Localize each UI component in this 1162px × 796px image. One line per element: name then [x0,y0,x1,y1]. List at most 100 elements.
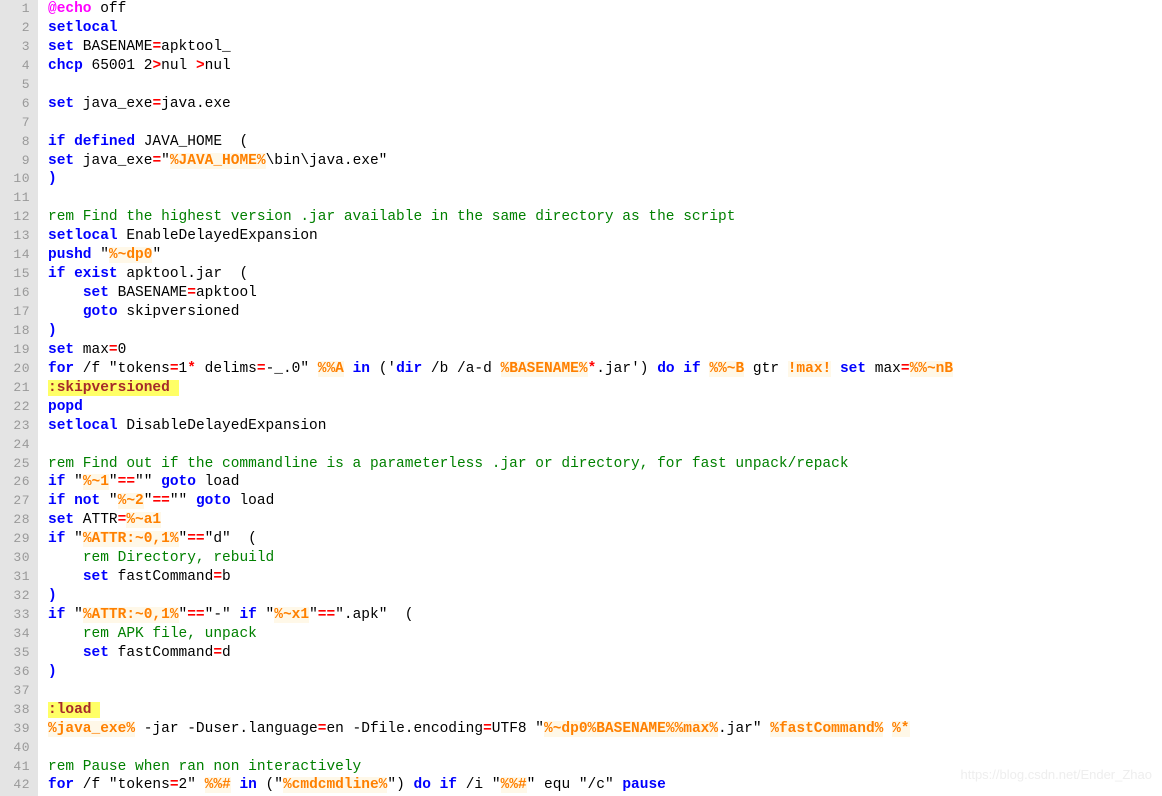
code-line[interactable]: 40 [0,739,1162,758]
line-content[interactable]: :load [48,701,1162,720]
line-content[interactable]: pushd "%~dp0" [48,246,1162,265]
line-content[interactable]: if not "%~2"=="" goto load [48,492,1162,511]
code-line[interactable]: 29 if "%ATTR:~0,1%"=="d" ( [0,530,1162,549]
line-number: 35 [13,644,30,660]
line-content[interactable] [48,114,1162,133]
code-line[interactable]: 19 set max=0 [0,341,1162,360]
line-content[interactable]: set fastCommand=b [48,568,1162,587]
line-content[interactable] [48,189,1162,208]
line-content[interactable]: rem Directory, rebuild [48,549,1162,568]
line-content[interactable]: if defined JAVA_HOME ( [48,133,1162,152]
line-content[interactable]: rem Find the highest version .jar availa… [48,208,1162,227]
code-line[interactable]: 23 setlocal DisableDelayedExpansion [0,417,1162,436]
line-content[interactable]: if "%~1"=="" goto load [48,473,1162,492]
line-content[interactable]: set max=0 [48,341,1162,360]
code-line[interactable]: 37 [0,682,1162,701]
line-content[interactable]: goto skipversioned [48,303,1162,322]
line-content[interactable]: rem Find out if the commandline is a par… [48,455,1162,474]
token-kw: goto [161,474,196,491]
line-content[interactable]: :skipversioned [48,379,1162,398]
line-content[interactable]: set BASENAME=apktool [48,284,1162,303]
line-content[interactable]: set fastCommand=d [48,644,1162,663]
code-line[interactable]: 9 set java_exe="%JAVA_HOME%\bin\java.exe" [0,152,1162,171]
code-line[interactable]: 38:load [0,701,1162,720]
code-viewer[interactable]: 1 @echo off 2 setlocal 3 set BASENAME=apktool… [0,0,1162,796]
code-line[interactable]: 34 rem APK file, unpack [0,625,1162,644]
code-line[interactable]: 31 set fastCommand=b [0,568,1162,587]
token-plain: off [91,1,127,17]
token-plain: DisableDelayedExpansion [117,417,327,434]
code-line[interactable]: 16 set BASENAME=apktool [0,284,1162,303]
line-content[interactable]: if "%ATTR:~0,1%"=="-" if "%~x1"==".apk" … [48,606,1162,625]
line-content[interactable]: set java_exe=java.exe [48,95,1162,114]
code-line[interactable]: 2 setlocal [0,19,1162,38]
line-content[interactable]: if "%ATTR:~0,1%"=="d" ( [48,530,1162,549]
line-content[interactable] [48,682,1162,701]
code-line[interactable]: 8 if defined JAVA_HOME ( [0,133,1162,152]
line-content[interactable]: set java_exe="%JAVA_HOME%\bin\java.exe" [48,152,1162,171]
token-plain: en -Dfile.encoding [326,720,484,737]
line-content[interactable] [48,76,1162,95]
token-plain: (" [256,777,283,794]
code-line[interactable]: 1 @echo off [0,0,1162,19]
code-line[interactable]: 35 set fastCommand=d [0,644,1162,663]
line-number: 33 [13,607,30,622]
code-line[interactable]: 26 if "%~1"=="" goto load [0,473,1162,492]
line-content[interactable]: for /f "tokens=1* delims=-_.0" %%A in ('… [48,360,1162,379]
line-content[interactable]: ) [48,170,1162,189]
code-line[interactable]: 36) [0,663,1162,682]
token-plain: -jar -Duser.language [135,720,318,737]
line-content[interactable]: set BASENAME=apktool_ [48,38,1162,57]
code-line[interactable]: 15 if exist apktool.jar ( [0,265,1162,284]
line-content[interactable]: %java_exe% -jar -Duser.language =en -Dfil… [48,720,1162,739]
token-kw: set [48,95,75,112]
line-content[interactable]: ) [48,663,1162,682]
code-line[interactable]: 33 if "%ATTR:~0,1%"=="-" if "%~x1"==".apk… [0,606,1162,625]
code-line[interactable]: 6 set java_exe=java.exe [0,95,1162,114]
code-line[interactable]: 20 for /f "tokens=1* delims=-_.0" %%A in … [0,360,1162,379]
code-lines-container[interactable]: 1 @echo off 2 setlocal 3 set BASENAME=apktool… [0,0,1162,795]
code-line[interactable]: 3 set BASENAME=apktool_ [0,38,1162,57]
code-line[interactable]: 5 [0,76,1162,95]
line-number: 31 [13,569,30,585]
line-content[interactable]: @echo off [48,0,1162,19]
code-line[interactable]: 24 [0,436,1162,455]
code-line[interactable]: 4 chcp 65001 2>nul >nul [0,57,1162,76]
code-line[interactable]: 7 [0,114,1162,133]
token-plain: " [91,247,109,264]
code-line[interactable]: 12 rem Find the highest version .jar avai… [0,208,1162,227]
line-content[interactable]: setlocal [48,19,1162,38]
token-plain: fastCommand [108,644,214,661]
code-line[interactable]: 11 [0,189,1162,208]
code-line[interactable]: 13 setlocal EnableDelayedExpansion [0,227,1162,246]
line-content[interactable]: chcp 65001 2>nul >nul [48,57,1162,76]
code-line[interactable]: 39 %java_exe% -jar -Duser.language =en -Df… [0,720,1162,739]
code-line[interactable]: 21:skipversioned [0,379,1162,398]
token-var: %cmdcmdline% [282,777,388,794]
line-content[interactable]: setlocal DisableDelayedExpansion [48,417,1162,436]
code-line[interactable]: 28 set ATTR=%~a1 [0,511,1162,530]
line-content[interactable]: set ATTR=%~a1 [48,511,1162,530]
code-line[interactable]: 27 if not "%~2"=="" goto load [0,492,1162,511]
line-content[interactable] [48,436,1162,455]
code-line[interactable]: 14 pushd "%~dp0" [0,246,1162,265]
code-line[interactable]: 30 rem Directory, rebuild [0,549,1162,568]
code-line[interactable]: 25 rem Find out if the commandline is a p… [0,455,1162,474]
code-line[interactable]: 17 goto skipversioned [0,303,1162,322]
code-line[interactable]: 22 popd [0,398,1162,417]
token-kw: pushd [48,247,92,264]
line-content[interactable]: ) [48,587,1162,606]
line-content[interactable]: setlocal EnableDelayedExpansion [48,227,1162,246]
line-content[interactable]: rem APK file, unpack [48,625,1162,644]
line-content[interactable]: if exist apktool.jar ( [48,265,1162,284]
line-content[interactable]: popd [48,398,1162,417]
code-line[interactable]: 10) [0,170,1162,189]
code-line[interactable]: 18) [0,322,1162,341]
token-op: * [587,360,597,377]
line-content[interactable] [48,739,1162,758]
token-plain: .jar" [718,720,771,737]
code-line[interactable]: 32) [0,587,1162,606]
line-number: 36 [13,663,30,679]
line-content[interactable]: ) [48,322,1162,341]
